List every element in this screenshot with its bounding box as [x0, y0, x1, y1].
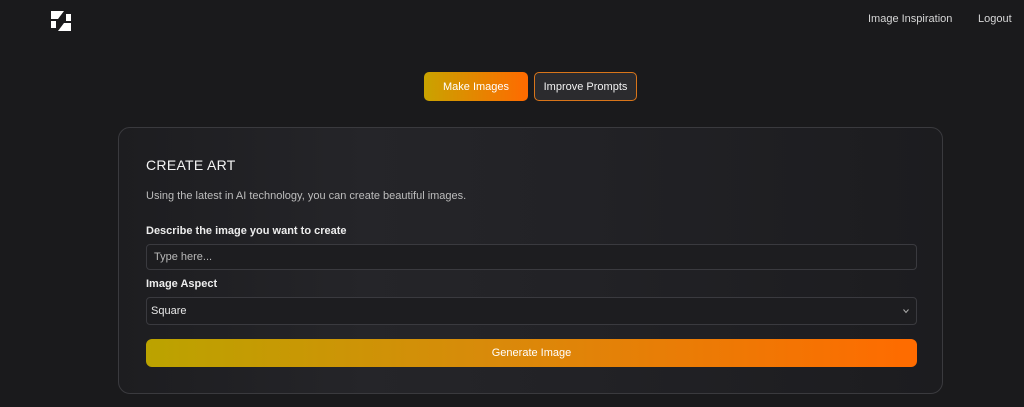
brand-logo-icon[interactable] — [47, 8, 75, 34]
aspect-label: Image Aspect — [146, 278, 218, 290]
tab-improve-prompts[interactable]: Improve Prompts — [534, 72, 637, 101]
chevron-down-icon — [902, 306, 910, 314]
prompt-label: Describe the image you want to create — [146, 225, 347, 237]
generate-image-button[interactable]: Generate Image — [146, 339, 917, 367]
card-title: CREATE ART — [146, 157, 236, 173]
top-navigation-bar: Image Inspiration Logout — [0, 0, 1024, 44]
create-art-card: CREATE ART Using the latest in AI techno… — [118, 127, 943, 394]
prompt-input[interactable] — [146, 244, 917, 270]
card-description: Using the latest in AI technology, you c… — [146, 190, 467, 202]
logout-link[interactable]: Logout — [978, 13, 1012, 25]
aspect-selected-value: Square — [151, 305, 187, 317]
image-aspect-select[interactable]: Square — [146, 297, 917, 325]
tab-make-images[interactable]: Make Images — [424, 72, 528, 101]
image-inspiration-link[interactable]: Image Inspiration — [868, 13, 952, 25]
